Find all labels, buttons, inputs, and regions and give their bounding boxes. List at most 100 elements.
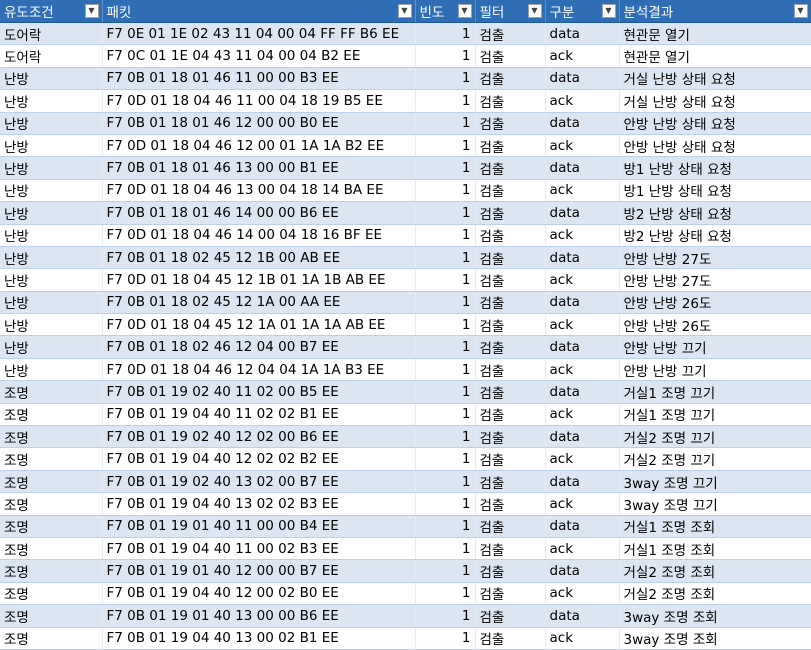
- cell-frequency[interactable]: 1: [415, 156, 476, 180]
- cell-result[interactable]: 방1 난방 상태 요청: [619, 179, 811, 203]
- cell-packet[interactable]: F7 0B 01 19 01 40 13 00 00 B6 EE: [102, 604, 416, 628]
- cell-packet[interactable]: F7 0B 01 18 01 46 12 00 00 B0 EE: [102, 112, 416, 135]
- cell-packet[interactable]: F7 0B 01 18 02 45 12 1B 00 AB EE: [102, 246, 416, 270]
- cell-frequency[interactable]: 1: [415, 358, 476, 382]
- cell-filter[interactable]: 검출: [475, 403, 546, 427]
- cell-frequency[interactable]: 1: [415, 515, 476, 538]
- cell-packet[interactable]: F7 0B 01 19 01 40 11 00 00 B4 EE: [102, 515, 416, 538]
- cell-packet[interactable]: F7 0B 01 19 04 40 12 02 02 B2 EE: [102, 447, 416, 471]
- cell-packet[interactable]: F7 0B 01 18 01 46 11 00 00 B3 EE: [102, 67, 416, 91]
- cell-result[interactable]: 거실1 조명 끄기: [619, 403, 811, 427]
- table-row[interactable]: 조명 F7 0B 01 19 02 40 12 02 00 B6 EE 1 검출 dat…: [0, 425, 811, 449]
- cell-filter[interactable]: 검출: [475, 112, 546, 135]
- cell-type[interactable]: data: [545, 425, 620, 449]
- cell-condition[interactable]: 난방: [0, 291, 103, 315]
- cell-result[interactable]: 거실 난방 상태 요청: [619, 67, 811, 91]
- cell-result[interactable]: 3way 조명 끄기: [619, 470, 811, 494]
- cell-type[interactable]: ack: [545, 537, 620, 561]
- table-row[interactable]: 난방 F7 0B 01 18 01 46 12 00 00 B0 EE 1 검출 dat…: [0, 112, 811, 135]
- table-row[interactable]: 조명 F7 0B 01 19 04 40 12 00 02 B0 EE 1 검출 ack…: [0, 582, 811, 606]
- cell-condition[interactable]: 난방: [0, 358, 103, 382]
- dropdown-arrow-icon[interactable]: ▼: [601, 4, 616, 18]
- cell-filter[interactable]: 검출: [475, 335, 546, 359]
- cell-filter[interactable]: 검출: [475, 134, 546, 158]
- cell-frequency[interactable]: 1: [415, 201, 476, 225]
- cell-frequency[interactable]: 1: [415, 470, 476, 494]
- cell-condition[interactable]: 도어락: [0, 22, 103, 46]
- cell-packet[interactable]: F7 0D 01 18 04 46 12 00 01 1A 1A B2 EE: [102, 134, 416, 158]
- cell-condition[interactable]: 조명: [0, 515, 103, 538]
- cell-result[interactable]: 거실2 조명 조회: [619, 582, 811, 606]
- cell-result[interactable]: 거실2 조명 끄기: [619, 447, 811, 471]
- cell-condition[interactable]: 난방: [0, 246, 103, 270]
- table-row[interactable]: 조명 F7 0B 01 19 02 40 11 02 00 B5 EE 1 검출 dat…: [0, 380, 811, 404]
- table-row[interactable]: 난방 F7 0B 01 18 02 46 12 04 00 B7 EE 1 검출 dat…: [0, 335, 811, 359]
- cell-filter[interactable]: 검출: [475, 380, 546, 404]
- cell-result[interactable]: 안방 난방 26도: [619, 291, 811, 315]
- table-row[interactable]: 난방 F7 0D 01 18 04 46 14 00 04 18 16 BF EE…: [0, 224, 811, 247]
- table-row[interactable]: 조명 F7 0B 01 19 04 40 12 02 02 B2 EE 1 검출 ack…: [0, 447, 811, 471]
- cell-type[interactable]: data: [545, 22, 620, 46]
- table-row[interactable]: 난방 F7 0B 01 18 01 46 13 00 00 B1 EE 1 검출 dat…: [0, 156, 811, 180]
- cell-result[interactable]: 안방 난방 26도: [619, 313, 811, 337]
- table-row[interactable]: 조명 F7 0B 01 19 01 40 11 00 00 B4 EE 1 검출 dat…: [0, 515, 811, 538]
- cell-frequency[interactable]: 1: [415, 403, 476, 427]
- cell-filter[interactable]: 검출: [475, 291, 546, 315]
- cell-filter[interactable]: 검출: [475, 358, 546, 382]
- cell-packet[interactable]: F7 0B 01 18 01 46 14 00 00 B6 EE: [102, 201, 416, 225]
- cell-condition[interactable]: 조명: [0, 425, 103, 449]
- cell-filter[interactable]: 검출: [475, 425, 546, 449]
- cell-filter[interactable]: 검출: [475, 67, 546, 91]
- cell-result[interactable]: 안방 난방 상태 요청: [619, 134, 811, 158]
- cell-packet[interactable]: F7 0B 01 19 01 40 12 00 00 B7 EE: [102, 559, 416, 583]
- table-row[interactable]: 조명 F7 0B 01 19 01 40 12 00 00 B7 EE 1 검출 dat…: [0, 559, 811, 583]
- cell-frequency[interactable]: 1: [415, 425, 476, 449]
- cell-type[interactable]: data: [545, 335, 620, 359]
- dropdown-arrow-icon[interactable]: ▼: [527, 4, 542, 18]
- cell-condition[interactable]: 조명: [0, 559, 103, 583]
- cell-filter[interactable]: 검출: [475, 515, 546, 538]
- cell-packet[interactable]: F7 0D 01 18 04 45 12 1B 01 1A 1B AB EE: [102, 268, 416, 292]
- cell-frequency[interactable]: 1: [415, 627, 476, 650]
- cell-result[interactable]: 거실1 조명 끄기: [619, 380, 811, 404]
- cell-frequency[interactable]: 1: [415, 291, 476, 315]
- cell-type[interactable]: ack: [545, 582, 620, 606]
- dropdown-arrow-icon[interactable]: ▼: [457, 4, 472, 18]
- cell-frequency[interactable]: 1: [415, 44, 476, 68]
- cell-condition[interactable]: 조명: [0, 627, 103, 650]
- cell-frequency[interactable]: 1: [415, 335, 476, 359]
- cell-packet[interactable]: F7 0C 01 1E 04 43 11 04 00 04 B2 EE: [102, 44, 416, 68]
- cell-frequency[interactable]: 1: [415, 604, 476, 628]
- cell-packet[interactable]: F7 0B 01 19 04 40 12 00 02 B0 EE: [102, 582, 416, 606]
- cell-type[interactable]: ack: [545, 179, 620, 203]
- cell-packet[interactable]: F7 0D 01 18 04 46 13 00 04 18 14 BA EE: [102, 179, 416, 203]
- cell-filter[interactable]: 검출: [475, 201, 546, 225]
- cell-filter[interactable]: 검출: [475, 604, 546, 628]
- cell-type[interactable]: data: [545, 156, 620, 180]
- cell-packet[interactable]: F7 0B 01 18 02 46 12 04 00 B7 EE: [102, 335, 416, 359]
- table-row[interactable]: 조명 F7 0B 01 19 02 40 13 02 00 B7 EE 1 검출 dat…: [0, 470, 811, 494]
- cell-type[interactable]: data: [545, 470, 620, 494]
- cell-condition[interactable]: 난방: [0, 89, 103, 113]
- cell-condition[interactable]: 조명: [0, 582, 103, 606]
- cell-condition[interactable]: 도어락: [0, 44, 103, 68]
- cell-result[interactable]: 현관문 열기: [619, 22, 811, 46]
- cell-condition[interactable]: 난방: [0, 268, 103, 292]
- table-row[interactable]: 난방 F7 0B 01 18 01 46 14 00 00 B6 EE 1 검출 dat…: [0, 201, 811, 225]
- cell-type[interactable]: ack: [545, 268, 620, 292]
- cell-packet[interactable]: F7 0B 01 19 04 40 13 02 02 B3 EE: [102, 492, 416, 516]
- cell-filter[interactable]: 검출: [475, 246, 546, 270]
- table-row[interactable]: 난방 F7 0D 01 18 04 46 12 04 04 1A 1A B3 EE…: [0, 358, 811, 382]
- cell-frequency[interactable]: 1: [415, 179, 476, 203]
- cell-filter[interactable]: 검출: [475, 492, 546, 516]
- cell-type[interactable]: data: [545, 291, 620, 315]
- cell-filter[interactable]: 검출: [475, 268, 546, 292]
- cell-frequency[interactable]: 1: [415, 447, 476, 471]
- cell-result[interactable]: 3way 조명 끄기: [619, 492, 811, 516]
- cell-type[interactable]: ack: [545, 358, 620, 382]
- cell-filter[interactable]: 검출: [475, 582, 546, 606]
- table-row[interactable]: 조명 F7 0B 01 19 04 40 11 00 02 B3 EE 1 검출 ack…: [0, 537, 811, 561]
- cell-result[interactable]: 거실2 조명 조회: [619, 559, 811, 583]
- cell-type[interactable]: ack: [545, 313, 620, 337]
- cell-type[interactable]: data: [545, 112, 620, 135]
